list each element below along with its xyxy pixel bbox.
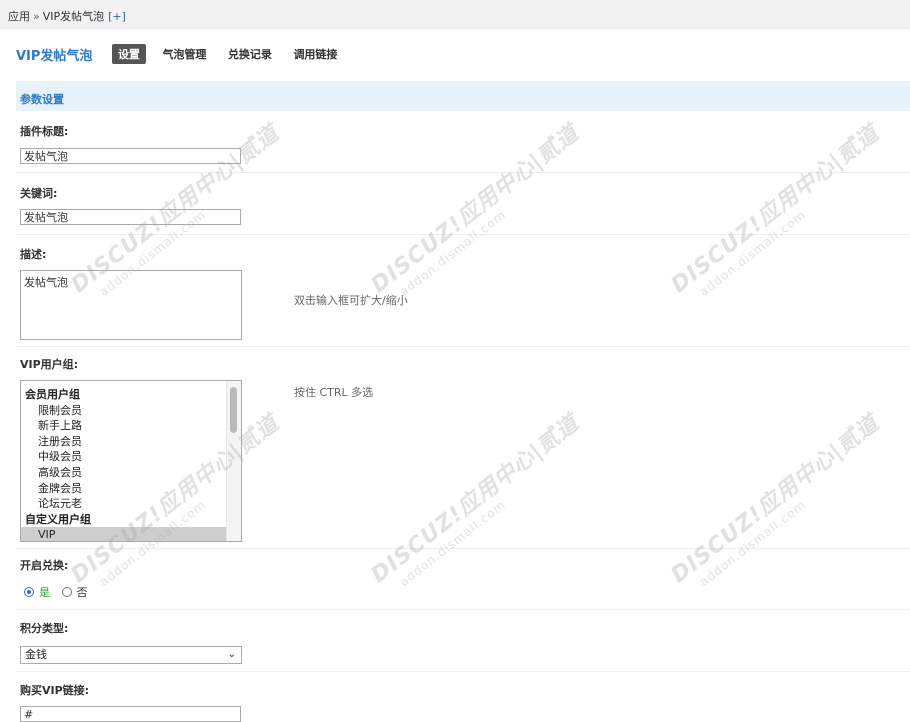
breadcrumb-current[interactable]: VIP发帖气泡: [43, 10, 104, 23]
listbox-option[interactable]: 限制会员: [21, 403, 241, 419]
radio-yes[interactable]: [24, 587, 34, 597]
watermark-text: DISCUZ!应用中心|贰道: [366, 410, 585, 589]
tab-exchange-records[interactable]: 兑换记录: [225, 45, 275, 63]
listbox-option[interactable]: 中级会员: [21, 449, 241, 465]
watermark-text: DISCUZ!应用中心|贰道: [366, 120, 585, 299]
tab-call-link[interactable]: 调用链接: [290, 45, 340, 63]
radio-no-label[interactable]: 否: [77, 586, 88, 599]
credit-type-label: 积分类型:: [20, 622, 69, 635]
plugin-title: VIP发帖气泡: [16, 48, 93, 64]
watermark-text: DISCUZ!应用中心|贰道: [666, 120, 885, 299]
chevron-down-icon: ⌄: [227, 649, 236, 660]
listbox-group: 自定义用户组: [25, 513, 91, 526]
listbox-option-selected[interactable]: VIP: [21, 527, 241, 541]
description-hint: 双击输入框可扩大/缩小: [294, 294, 408, 307]
watermark: DISCUZ!应用中心|贰道 addon.dismall.com: [363, 116, 593, 310]
watermark: DISCUZ!应用中心|贰道 addon.dismall.com: [663, 406, 893, 600]
buy-vip-link-label: 购买VIP链接:: [20, 684, 90, 697]
buy-vip-link-input[interactable]: [20, 706, 241, 722]
listbox-group: 会员用户组: [25, 388, 80, 401]
listbox-scrollbar[interactable]: [226, 381, 241, 541]
row-divider: [16, 172, 910, 173]
watermark-sub: addon.dismall.com: [696, 497, 809, 589]
section-title: 参数设置: [20, 93, 64, 106]
watermark: DISCUZ!应用中心|贰道 addon.dismall.com: [663, 116, 893, 310]
add-shortcut-link[interactable]: [+]: [108, 10, 126, 23]
watermark-sub: addon.dismall.com: [396, 497, 509, 589]
enable-exchange-radios: 是 否: [24, 584, 96, 599]
credit-type-select[interactable]: 金钱 ⌄: [20, 646, 242, 664]
description-textarea[interactable]: 发帖气泡: [20, 270, 242, 340]
keywords-input[interactable]: [20, 209, 241, 225]
plugin-nav: VIP发帖气泡 设置 气泡管理 兑换记录 调用链接: [16, 44, 352, 64]
listbox-option[interactable]: 新手上路: [21, 418, 241, 434]
credit-type-value: 金钱: [25, 648, 47, 661]
watermark-sub: addon.dismall.com: [696, 207, 809, 299]
breadcrumb-bar: 应用» VIP发帖气泡 [+]: [0, 0, 910, 29]
plugin-title-label: 插件标题:: [20, 125, 69, 138]
watermark: DISCUZ!应用中心|贰道 addon.dismall.com: [363, 406, 593, 600]
section-header: 参数设置: [16, 81, 910, 111]
watermark-text: DISCUZ!应用中心|贰道: [666, 410, 885, 589]
enable-exchange-label: 开启兑换:: [20, 559, 69, 572]
radio-no[interactable]: [61, 587, 72, 597]
vip-groups-hint: 按住 CTRL 多选: [294, 386, 374, 399]
vip-groups-listbox[interactable]: 会员用户组 限制会员 新手上路 注册会员 中级会员 高级会员 金牌会员 论坛元老…: [20, 380, 242, 542]
row-divider: [16, 548, 910, 549]
row-divider: [16, 234, 910, 235]
keywords-label: 关键词:: [20, 187, 58, 200]
breadcrumb-root[interactable]: 应用: [8, 10, 30, 23]
row-divider: [16, 609, 910, 610]
breadcrumb-separator: »: [33, 10, 40, 23]
scrollbar-thumb[interactable]: [230, 387, 237, 433]
row-divider: [16, 346, 910, 347]
description-label: 描述:: [20, 248, 47, 261]
watermark-sub: addon.dismall.com: [396, 207, 509, 299]
plugin-title-input[interactable]: [20, 148, 241, 164]
radio-yes-label[interactable]: 是: [39, 586, 50, 599]
breadcrumb: 应用» VIP发帖气泡 [+]: [8, 8, 126, 24]
listbox-option[interactable]: 论坛元老: [21, 496, 241, 512]
vip-groups-label: VIP用户组:: [20, 358, 79, 371]
listbox-option[interactable]: 高级会员: [21, 465, 241, 481]
listbox-option[interactable]: 金牌会员: [21, 481, 241, 497]
tab-settings[interactable]: 设置: [111, 44, 146, 64]
listbox-option[interactable]: 注册会员: [21, 434, 241, 450]
tab-bubble-manage[interactable]: 气泡管理: [159, 45, 209, 63]
row-divider: [16, 671, 910, 672]
